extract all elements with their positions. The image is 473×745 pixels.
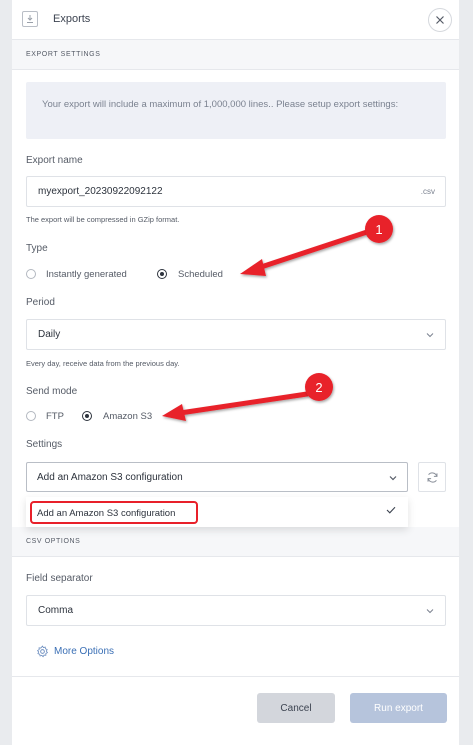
annotation-arrow-2 [162,391,310,421]
annotation-badge-1: 1 [365,215,393,243]
annotation-arrow-1 [240,229,370,276]
annotation-number-2: 2 [315,380,322,395]
annotation-badge-2: 2 [305,373,333,401]
annotation-overlay: 1 2 [162,215,393,421]
annotation-number-1: 1 [375,222,382,237]
